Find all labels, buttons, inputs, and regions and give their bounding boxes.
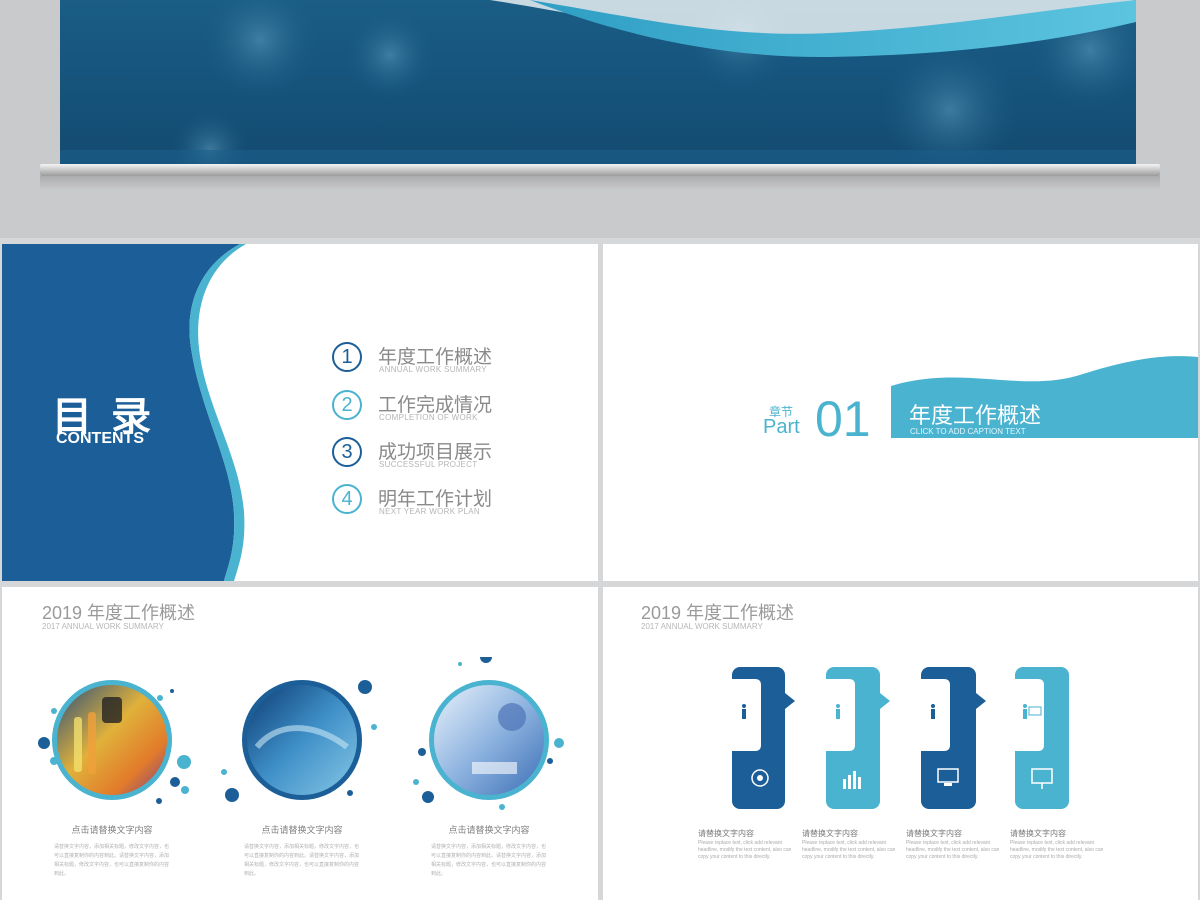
shelf-shadow — [40, 176, 1160, 190]
circle-body-1: 请替换文字内容，添加相关标题，修改文字内容，也可以直接复制你的内容到此。请替换文… — [54, 844, 170, 877]
cover-slide-image — [60, 0, 1136, 166]
card-body-2: Please replace text, click add relevant … — [802, 840, 896, 860]
summary-cards-slide[interactable]: 2019 年度工作概述 2017 ANNUAL WORK SUMMARY 请替换… — [603, 587, 1198, 900]
card-shapes — [732, 667, 1069, 809]
toc-number-4: 4 — [332, 484, 362, 514]
contents-slide[interactable]: 目 录 CONTENTS 1 年度工作概述 ANNUAL WORK SUMMAR… — [2, 244, 598, 581]
cover-background-art — [60, 0, 1136, 166]
card-body-4: Please replace text, click add relevant … — [1010, 840, 1104, 860]
card-3 — [921, 667, 986, 809]
circle-body-3: 请替换文字内容，添加相关标题，修改文字内容，也可以直接复制你的内容到此。请替换文… — [431, 844, 547, 877]
toc-item-1-sub: ANNUAL WORK SUMMARY — [379, 365, 487, 374]
card-1 — [732, 667, 795, 809]
part-01-slide[interactable]: 章节 Part 01 年度工作概述 CLICK TO ADD CAPTION T… — [603, 244, 1198, 581]
part-label: Part — [763, 416, 800, 438]
part-title[interactable]: 年度工作概述 — [909, 398, 1041, 430]
summary-circles-slide[interactable]: 2019 年度工作概述 2017 ANNUAL WORK SUMMARY 点击请… — [2, 587, 598, 900]
toc-item-3-sub: SUCCESSFUL PROJECT — [379, 460, 478, 469]
card-caption-4[interactable]: 请替换文字内容 — [1010, 828, 1066, 839]
toc-number-2: 2 — [332, 390, 362, 420]
part-caption[interactable]: CLICK TO ADD CAPTION TEXT — [910, 427, 1026, 436]
toc-number-1: 1 — [332, 342, 362, 372]
card-body-3: Please replace text, click add relevant … — [906, 840, 1000, 860]
circle-caption-2[interactable]: 点击请替换文字内容 — [242, 823, 362, 836]
part-banner-shape — [891, 356, 1198, 438]
circle-body-2: 请替换文字内容，添加相关标题，修改文字内容，也可以直接复制你的内容到此。请替换文… — [244, 844, 360, 877]
toc-item-2-sub: COMPLETION OF WORK — [379, 413, 478, 422]
circle-caption-3[interactable]: 点击请替换文字内容 — [429, 823, 549, 836]
card-caption-1[interactable]: 请替换文字内容 — [698, 828, 754, 839]
contents-subtitle: CONTENTS — [56, 430, 144, 447]
photo-researcher — [434, 685, 544, 795]
part-number: 01 — [815, 391, 871, 447]
card-body-1: Please replace text, click add relevant … — [698, 840, 792, 860]
card-2 — [826, 667, 890, 809]
toc-item-4-sub: NEXT YEAR WORK PLAN — [379, 507, 480, 516]
card-caption-2[interactable]: 请替换文字内容 — [802, 828, 858, 839]
slide-shelf — [40, 164, 1160, 176]
summary-subtitle: 2017 ANNUAL WORK SUMMARY — [42, 622, 164, 631]
card-4 — [1015, 667, 1069, 809]
toc-number-3: 3 — [332, 437, 362, 467]
card-caption-3[interactable]: 请替换文字内容 — [906, 828, 962, 839]
circle-caption-1[interactable]: 点击请替换文字内容 — [52, 823, 172, 836]
top-slide-preview — [0, 0, 1200, 238]
summary-cards-subtitle: 2017 ANNUAL WORK SUMMARY — [641, 622, 763, 631]
